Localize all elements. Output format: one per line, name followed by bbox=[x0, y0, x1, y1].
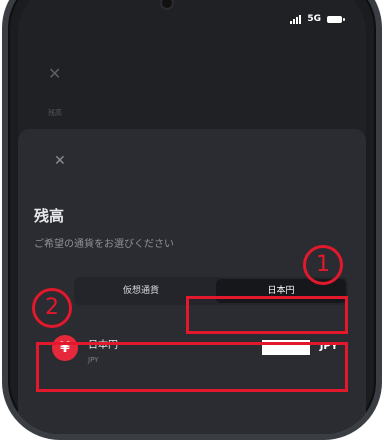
battery-icon bbox=[327, 15, 345, 23]
sheet-subtitle: ご希望の通貨をお選びください bbox=[34, 239, 174, 250]
signal-icon bbox=[290, 14, 302, 24]
sheet-title: 残高 bbox=[34, 207, 65, 225]
annotation-box-jpy-item bbox=[36, 342, 348, 392]
annotation-number-1: 1 bbox=[303, 245, 343, 285]
background-close-icon: ✕ bbox=[48, 64, 62, 83]
network-label: 5G bbox=[307, 14, 321, 24]
power-button bbox=[378, 166, 382, 226]
annotation-number-2: 2 bbox=[32, 288, 72, 328]
background-label: 残高 bbox=[48, 109, 62, 117]
front-camera bbox=[160, 0, 174, 10]
status-bar: 5G bbox=[290, 14, 345, 24]
volume-down-button bbox=[2, 184, 6, 222]
mute-switch bbox=[2, 96, 6, 118]
annotation-box-jpy-tab bbox=[186, 296, 348, 334]
close-icon[interactable]: ✕ bbox=[54, 153, 66, 169]
volume-up-button bbox=[2, 136, 6, 174]
